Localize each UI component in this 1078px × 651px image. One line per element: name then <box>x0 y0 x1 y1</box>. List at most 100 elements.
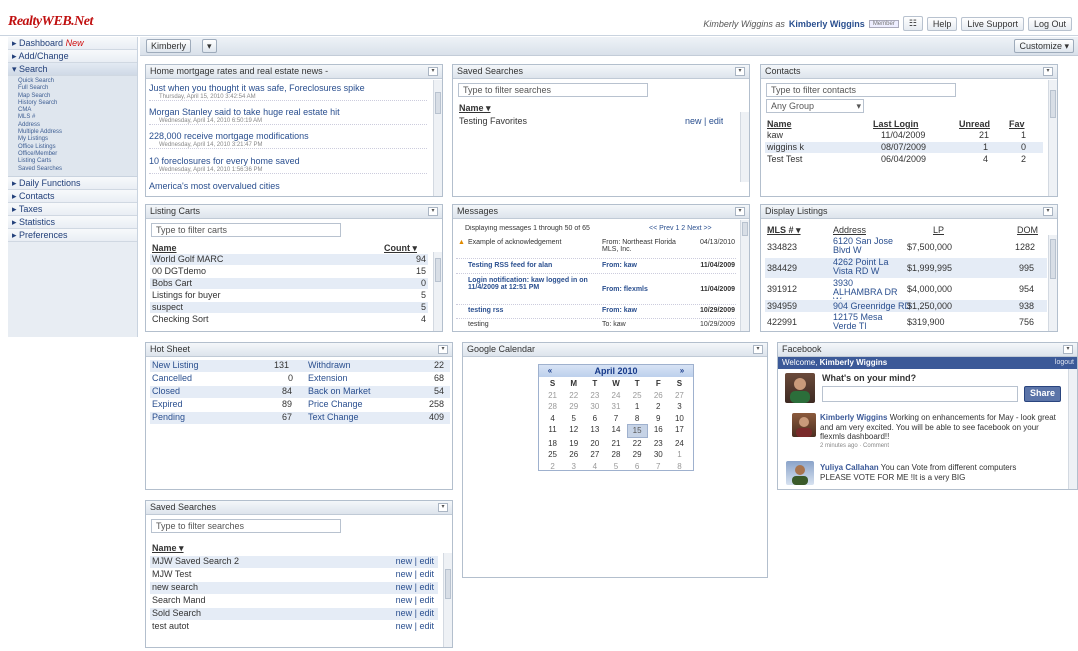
calendar-day[interactable]: 22 <box>627 438 648 450</box>
carts-scrollbar[interactable] <box>433 252 442 331</box>
user-name-link[interactable]: Kimberly Wiggins <box>789 19 865 29</box>
contacts-group-select[interactable]: Any Group ▾ <box>766 99 864 113</box>
calendar-day[interactable]: 7 <box>605 413 626 425</box>
sidebar-item-statistics[interactable]: ▸ Statistics <box>8 215 137 229</box>
listing-row[interactable]: 391912 3930 ALHAMBRA DR W $4,000,000 954 <box>765 279 1047 299</box>
calendar-day[interactable]: 26 <box>563 449 584 461</box>
calendar-day[interactable]: 10 <box>669 413 690 425</box>
calendar-day[interactable]: 24 <box>605 390 626 402</box>
sub-item-cma[interactable]: CMA <box>8 107 137 114</box>
calendar-day[interactable]: 2 <box>648 401 669 413</box>
calendar-day[interactable]: 15 <box>626 424 648 438</box>
contacts-filter-input[interactable]: Type to filter contacts <box>766 83 956 97</box>
collapse-icon[interactable]: ▾ <box>1063 345 1073 354</box>
contacts-unread-header[interactable]: Unread <box>959 119 990 129</box>
saved-search-row[interactable]: Search Mand new | edit <box>150 595 438 607</box>
calendar-day[interactable]: 21 <box>605 438 626 450</box>
calendar-day[interactable]: 28 <box>542 401 563 413</box>
customize-button[interactable]: Customize ▾ <box>1014 39 1074 53</box>
sub-item-mls-number[interactable]: MLS # <box>8 114 137 121</box>
contacts-fav-header[interactable]: Fav <box>1009 119 1025 129</box>
carts-count-header[interactable]: Count ▾ <box>384 243 417 254</box>
calendar-prev-button[interactable]: « <box>543 365 557 377</box>
calendar-day[interactable]: 23 <box>648 438 669 450</box>
live-support-button[interactable]: Live Support <box>961 16 1024 31</box>
calendar-day[interactable]: 8 <box>627 413 648 425</box>
news-scrollbar[interactable] <box>433 80 442 196</box>
sidebar-item-contacts[interactable]: ▸ Contacts <box>8 189 137 203</box>
calendar-day[interactable]: 30 <box>648 449 669 461</box>
calendar-day[interactable]: 31 <box>605 401 626 413</box>
saved-searches-filter-input[interactable]: Type to filter searches <box>151 519 341 533</box>
saved-search-row[interactable]: MJW Saved Search 2 new | edit <box>150 556 438 568</box>
contact-row[interactable]: wiggins k 08/07/2009 1 0 <box>765 142 1043 153</box>
new-edit-links[interactable]: new | edit <box>396 556 434 566</box>
calendar-day[interactable]: 29 <box>563 401 584 413</box>
calendar-day[interactable]: 27 <box>669 390 690 402</box>
calendar-day[interactable]: 9 <box>648 413 669 425</box>
calendar-day[interactable]: 24 <box>669 438 690 450</box>
messages-pager[interactable]: << Prev 1 2 Next >> <box>649 225 712 232</box>
app-logo[interactable]: RealtyWEB.Net <box>8 14 93 30</box>
new-edit-links[interactable]: new | edit <box>685 116 723 126</box>
user-select-dropdown-icon[interactable]: ▾ <box>202 39 217 53</box>
hotsheet-extension[interactable]: Extension <box>308 373 348 383</box>
listings-scrollbar[interactable] <box>1048 235 1057 331</box>
sidebar-item-search[interactable]: ▾ Search <box>8 63 137 76</box>
calendar-day[interactable]: 6 <box>584 413 605 425</box>
message-row[interactable]: testing To: kaw 10/29/2009 <box>456 321 736 331</box>
listing-row[interactable]: 334823 6120 San Jose Blvd W $7,500,000 1… <box>765 237 1047 257</box>
cart-row[interactable]: 00 DGTdemo 15 <box>150 266 428 277</box>
calendar-day[interactable]: 5 <box>563 413 584 425</box>
calendar-day[interactable]: 17 <box>669 424 690 438</box>
saved-search-row[interactable]: test autot new | edit <box>150 621 438 633</box>
sidebar-item-daily-functions[interactable]: ▸ Daily Functions <box>8 176 137 190</box>
hotsheet-back-on-market[interactable]: Back on Market <box>308 386 371 396</box>
saved-search-row[interactable]: Sold Search new | edit <box>150 608 438 620</box>
calendar-day[interactable]: 19 <box>563 438 584 450</box>
collapse-icon[interactable]: ▾ <box>1043 207 1053 216</box>
contact-row[interactable]: Test Test 06/04/2009 4 2 <box>765 154 1043 165</box>
facebook-logout-link[interactable]: logout <box>1055 357 1074 369</box>
calendar-day[interactable]: 16 <box>648 424 669 438</box>
hotsheet-text-change[interactable]: Text Change <box>308 412 359 422</box>
contacts-scrollbar[interactable] <box>1048 80 1057 196</box>
collapse-icon[interactable]: ▾ <box>735 67 745 76</box>
sub-item-office-member[interactable]: Office/Member <box>8 151 137 158</box>
calendar-day[interactable]: 7 <box>648 461 669 473</box>
news-item[interactable]: Just when you thought it was safe, Forec… <box>149 83 427 101</box>
calendar-day[interactable]: 6 <box>627 461 648 473</box>
listing-row[interactable]: 394959 904 Greenridge RD $1,250,000 938 <box>765 300 1047 312</box>
cart-row[interactable]: suspect 5 <box>150 302 428 313</box>
sub-item-quick-search[interactable]: Quick Search <box>8 78 137 85</box>
calendar-day[interactable]: 12 <box>563 424 584 438</box>
message-row[interactable]: Login notification: kaw logged in on 11/… <box>456 277 736 305</box>
hotsheet-new-listing[interactable]: New Listing <box>152 360 199 370</box>
collapse-icon[interactable]: ▾ <box>438 503 448 512</box>
collapse-icon[interactable]: ▾ <box>753 345 763 354</box>
listing-row[interactable]: 384429 4262 Point La Vista RD W $1,999,9… <box>765 258 1047 278</box>
hotsheet-cancelled[interactable]: Cancelled <box>152 373 192 383</box>
cart-row[interactable]: Bobs Cart 0 <box>150 278 428 289</box>
status-input[interactable] <box>822 386 1018 402</box>
hotsheet-closed[interactable]: Closed <box>152 386 180 396</box>
calendar-day[interactable]: 30 <box>584 401 605 413</box>
collapse-icon[interactable]: ▾ <box>428 67 438 76</box>
new-edit-links[interactable]: new | edit <box>396 569 434 579</box>
calendar-day[interactable]: 13 <box>584 424 605 438</box>
cart-row[interactable]: World Golf MARC 94 <box>150 254 428 265</box>
cart-row[interactable]: Checking Sort 4 <box>150 314 428 325</box>
saved-searches-scrollbar[interactable] <box>443 553 452 647</box>
sub-item-map-search[interactable]: Map Search <box>8 93 137 100</box>
contact-row[interactable]: kaw 11/04/2009 21 1 <box>765 130 1043 141</box>
message-row[interactable]: Testing RSS feed for alan From: kaw 11/0… <box>456 262 736 274</box>
calendar-day[interactable]: 23 <box>584 390 605 402</box>
calendar-day[interactable]: 11 <box>542 424 563 438</box>
contacts-last-login-header[interactable]: Last Login <box>873 119 919 129</box>
calendar-day[interactable]: 5 <box>605 461 626 473</box>
saved-search-row[interactable]: Testing Favorites <box>459 116 679 126</box>
calendar-day[interactable]: 8 <box>669 461 690 473</box>
saved-search-row[interactable]: new search new | edit <box>150 582 438 594</box>
calendar-day[interactable]: 25 <box>627 390 648 402</box>
carts-filter-input[interactable]: Type to filter carts <box>151 223 341 237</box>
